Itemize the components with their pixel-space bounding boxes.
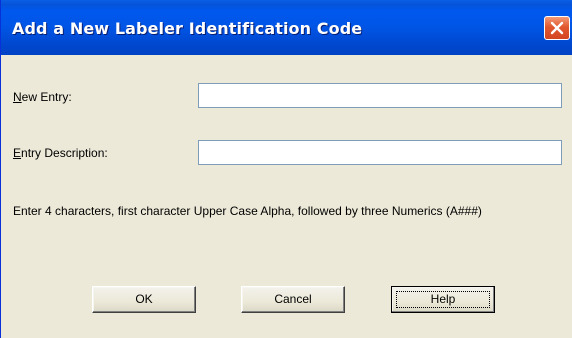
entry-description-label: Entry Description: (13, 146, 108, 160)
format-instructions: Enter 4 characters, first character Uppe… (13, 204, 482, 218)
new-entry-label-text: ew Entry: (21, 90, 72, 104)
close-button[interactable] (544, 16, 570, 40)
dialog-title: Add a New Labeler Identification Code (12, 19, 363, 38)
ok-button[interactable]: OK (92, 286, 196, 313)
dialog-window: Add a New Labeler Identification Code Ne… (0, 0, 572, 338)
close-icon (550, 21, 564, 35)
new-entry-input[interactable] (198, 83, 562, 108)
ok-button-label: OK (135, 292, 153, 306)
entry-description-input[interactable] (198, 140, 562, 165)
title-bar[interactable]: Add a New Labeler Identification Code (1, 0, 572, 55)
entry-description-label-accelerator: E (13, 146, 22, 160)
cancel-button[interactable]: Cancel (241, 286, 345, 313)
new-entry-label: New Entry: (13, 90, 72, 104)
help-button[interactable]: Help (391, 286, 495, 313)
new-entry-label-accelerator: N (13, 90, 22, 104)
cancel-button-label: Cancel (274, 292, 312, 306)
entry-description-label-text: ntry Description: (21, 146, 108, 160)
help-button-label: Help (430, 292, 456, 306)
